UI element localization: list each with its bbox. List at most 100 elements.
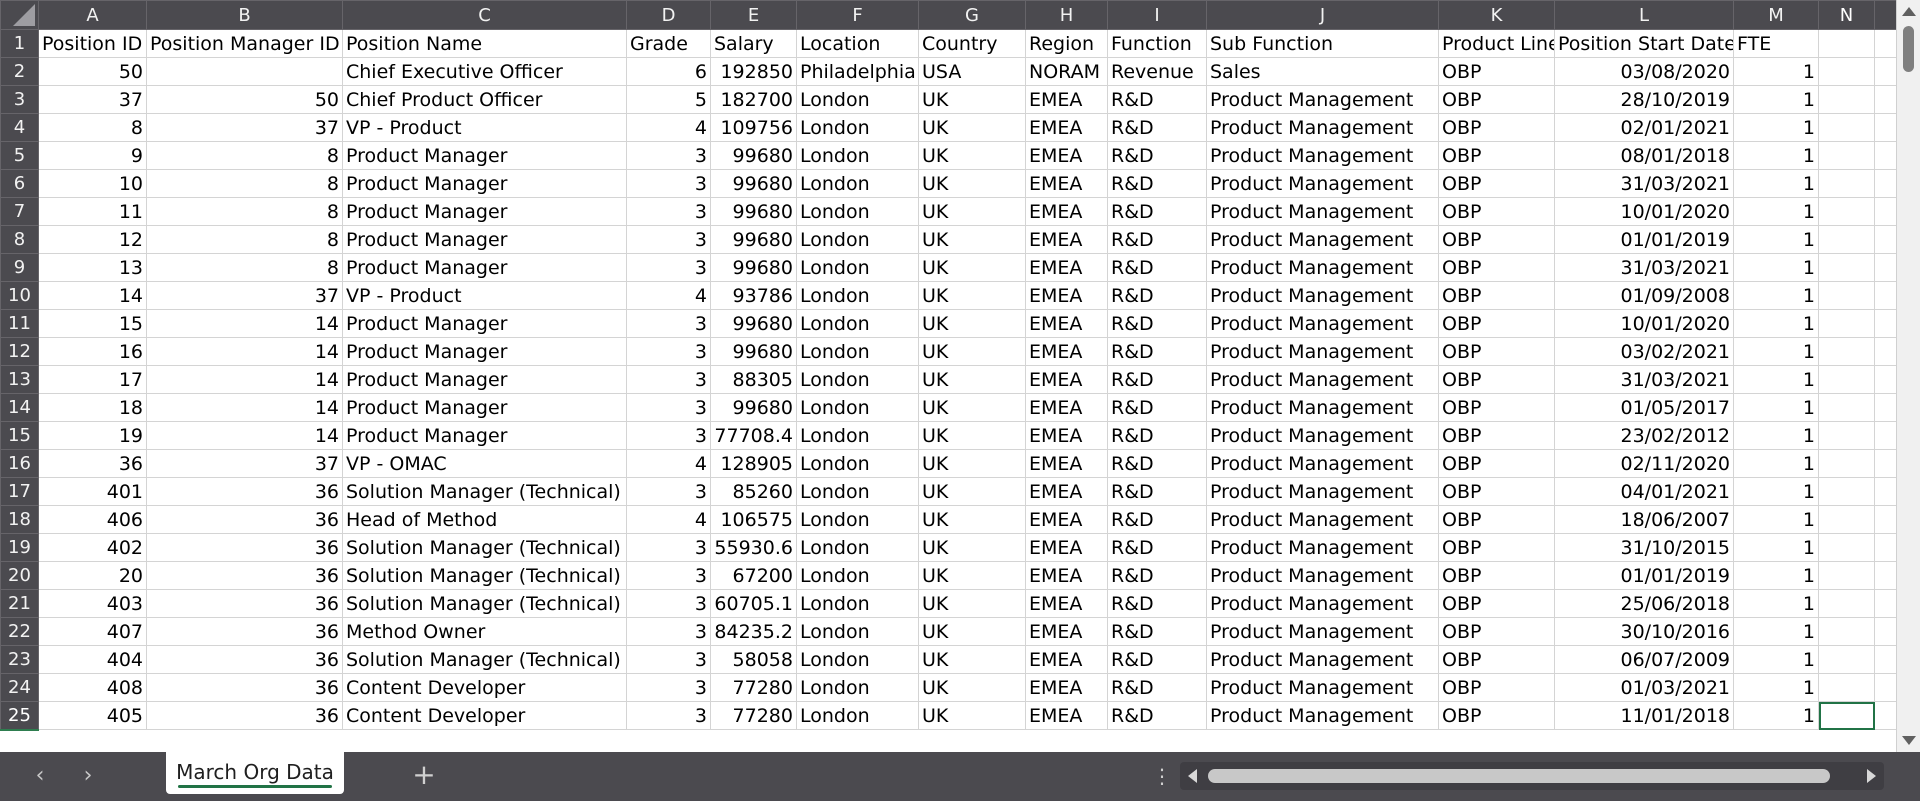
column-header-g[interactable]: G bbox=[918, 0, 1026, 30]
grid-cell[interactable]: 3 bbox=[626, 533, 711, 562]
grid-cell[interactable]: Product Management bbox=[1206, 169, 1439, 198]
grid-cell[interactable]: London bbox=[796, 505, 919, 534]
grid-cell[interactable]: 1 bbox=[1733, 309, 1819, 338]
grid-cell[interactable] bbox=[1818, 253, 1875, 282]
grid-cell[interactable]: 15 bbox=[38, 309, 147, 338]
grid-cell[interactable]: UK bbox=[918, 561, 1026, 590]
vertical-scroll-thumb[interactable] bbox=[1903, 26, 1914, 72]
grid-cell[interactable]: OBP bbox=[1438, 673, 1555, 702]
grid-cell[interactable]: UK bbox=[918, 449, 1026, 478]
grid-cell[interactable]: Product Management bbox=[1206, 337, 1439, 366]
row-header[interactable]: 2 bbox=[0, 57, 39, 86]
grid-cell[interactable]: Chief Executive Officer bbox=[342, 57, 627, 86]
grid-cell[interactable]: R&D bbox=[1107, 141, 1207, 170]
grid-cell[interactable]: 99680 bbox=[710, 225, 797, 254]
grid-cell[interactable]: 1 bbox=[1733, 57, 1819, 86]
grid-cell[interactable]: Philadelphia bbox=[796, 57, 919, 86]
row-header[interactable]: 8 bbox=[0, 225, 39, 254]
grid-cell[interactable]: UK bbox=[918, 701, 1026, 730]
scroll-right-icon[interactable] bbox=[1867, 769, 1876, 783]
grid-cell[interactable]: 14 bbox=[146, 393, 343, 422]
grid-cell[interactable]: R&D bbox=[1107, 617, 1207, 646]
grid-cell[interactable]: 02/11/2020 bbox=[1554, 449, 1734, 478]
grid-cell[interactable]: OBP bbox=[1438, 589, 1555, 618]
grid-cell[interactable] bbox=[1818, 225, 1875, 254]
grid-cell[interactable]: 16 bbox=[38, 337, 147, 366]
column-header-l[interactable]: L bbox=[1554, 0, 1734, 30]
grid-cell[interactable] bbox=[1874, 673, 1897, 702]
grid-cell[interactable] bbox=[1818, 617, 1875, 646]
grid-cell[interactable]: 1 bbox=[1733, 85, 1819, 114]
column-header-h[interactable]: H bbox=[1025, 0, 1108, 30]
select-all-corner[interactable] bbox=[0, 0, 39, 30]
grid-cell[interactable]: 1 bbox=[1733, 449, 1819, 478]
grid-cell[interactable]: 99680 bbox=[710, 197, 797, 226]
grid-cell[interactable] bbox=[1874, 617, 1897, 646]
column-header-c[interactable]: C bbox=[342, 0, 627, 30]
grid-cell[interactable]: UK bbox=[918, 533, 1026, 562]
grid-cell[interactable]: Product Management bbox=[1206, 253, 1439, 282]
row-header[interactable]: 22 bbox=[0, 617, 39, 646]
grid-cell[interactable]: 31/03/2021 bbox=[1554, 253, 1734, 282]
grid-cell[interactable]: UK bbox=[918, 673, 1026, 702]
grid-cell[interactable]: 58058 bbox=[710, 645, 797, 674]
grid-cell[interactable]: 1 bbox=[1733, 253, 1819, 282]
row-header[interactable]: 4 bbox=[0, 113, 39, 142]
grid-cell[interactable]: 9 bbox=[38, 141, 147, 170]
grid-cell[interactable]: OBP bbox=[1438, 309, 1555, 338]
grid-cell[interactable]: 4 bbox=[626, 449, 711, 478]
grid-cell[interactable]: R&D bbox=[1107, 85, 1207, 114]
grid-cell[interactable]: R&D bbox=[1107, 337, 1207, 366]
grid-cell[interactable]: OBP bbox=[1438, 533, 1555, 562]
grid-cell[interactable]: R&D bbox=[1107, 225, 1207, 254]
grid-cell[interactable]: 407 bbox=[38, 617, 147, 646]
grid-cell[interactable]: Product Management bbox=[1206, 141, 1439, 170]
column-title-cell[interactable]: Position Name bbox=[342, 29, 627, 58]
grid-cell[interactable]: Product Management bbox=[1206, 505, 1439, 534]
grid-cell[interactable]: London bbox=[796, 561, 919, 590]
grid-cell[interactable]: Revenue bbox=[1107, 57, 1207, 86]
scroll-up-icon[interactable] bbox=[1902, 7, 1916, 16]
grid-cell[interactable]: Product Management bbox=[1206, 365, 1439, 394]
horizontal-scroll-thumb[interactable] bbox=[1208, 769, 1830, 783]
grid-cell[interactable]: Solution Manager (Technical) bbox=[342, 533, 627, 562]
grid-cell[interactable] bbox=[1818, 141, 1875, 170]
grid-cell[interactable]: 01/09/2008 bbox=[1554, 281, 1734, 310]
grid-cell[interactable]: OBP bbox=[1438, 169, 1555, 198]
grid-cell[interactable]: Product Manager bbox=[342, 337, 627, 366]
grid-cell[interactable] bbox=[1874, 309, 1897, 338]
grid-cell[interactable]: Product Management bbox=[1206, 197, 1439, 226]
grid-cell[interactable]: EMEA bbox=[1025, 421, 1108, 450]
grid-cell[interactable]: 85260 bbox=[710, 477, 797, 506]
grid-cell[interactable]: 28/10/2019 bbox=[1554, 85, 1734, 114]
grid-cell[interactable]: Product Management bbox=[1206, 477, 1439, 506]
grid-cell[interactable]: EMEA bbox=[1025, 169, 1108, 198]
grid-cell[interactable] bbox=[1874, 505, 1897, 534]
grid-cell[interactable]: London bbox=[796, 113, 919, 142]
grid-cell[interactable]: 1 bbox=[1733, 225, 1819, 254]
grid-cell[interactable] bbox=[1818, 701, 1875, 730]
grid-cell[interactable]: VP - Product bbox=[342, 281, 627, 310]
grid-cell[interactable]: London bbox=[796, 673, 919, 702]
grid-cell[interactable]: 1 bbox=[1733, 337, 1819, 366]
prev-sheet-icon[interactable]: ‹ bbox=[24, 760, 56, 792]
grid-cell[interactable] bbox=[1874, 589, 1897, 618]
grid-cell[interactable] bbox=[1874, 169, 1897, 198]
grid-cell[interactable] bbox=[1818, 449, 1875, 478]
grid-cell[interactable] bbox=[1818, 57, 1875, 86]
grid-cell[interactable]: Product Manager bbox=[342, 393, 627, 422]
grid-cell[interactable] bbox=[1874, 113, 1897, 142]
grid-cell[interactable]: 31/03/2021 bbox=[1554, 365, 1734, 394]
grid-cell[interactable]: 37 bbox=[146, 281, 343, 310]
column-title-cell[interactable]: Product Line bbox=[1438, 29, 1555, 58]
grid-cell[interactable]: Product Management bbox=[1206, 617, 1439, 646]
grid-cell[interactable]: 3 bbox=[626, 197, 711, 226]
grid-cell[interactable]: Product Manager bbox=[342, 169, 627, 198]
grid-cell[interactable]: EMEA bbox=[1025, 533, 1108, 562]
grid-cell[interactable]: 88305 bbox=[710, 365, 797, 394]
grid-cell[interactable]: Solution Manager (Technical) bbox=[342, 477, 627, 506]
grid-cell[interactable]: UK bbox=[918, 505, 1026, 534]
grid-cell[interactable]: 403 bbox=[38, 589, 147, 618]
grid-cell[interactable]: 01/01/2019 bbox=[1554, 225, 1734, 254]
grid-cell[interactable]: UK bbox=[918, 281, 1026, 310]
